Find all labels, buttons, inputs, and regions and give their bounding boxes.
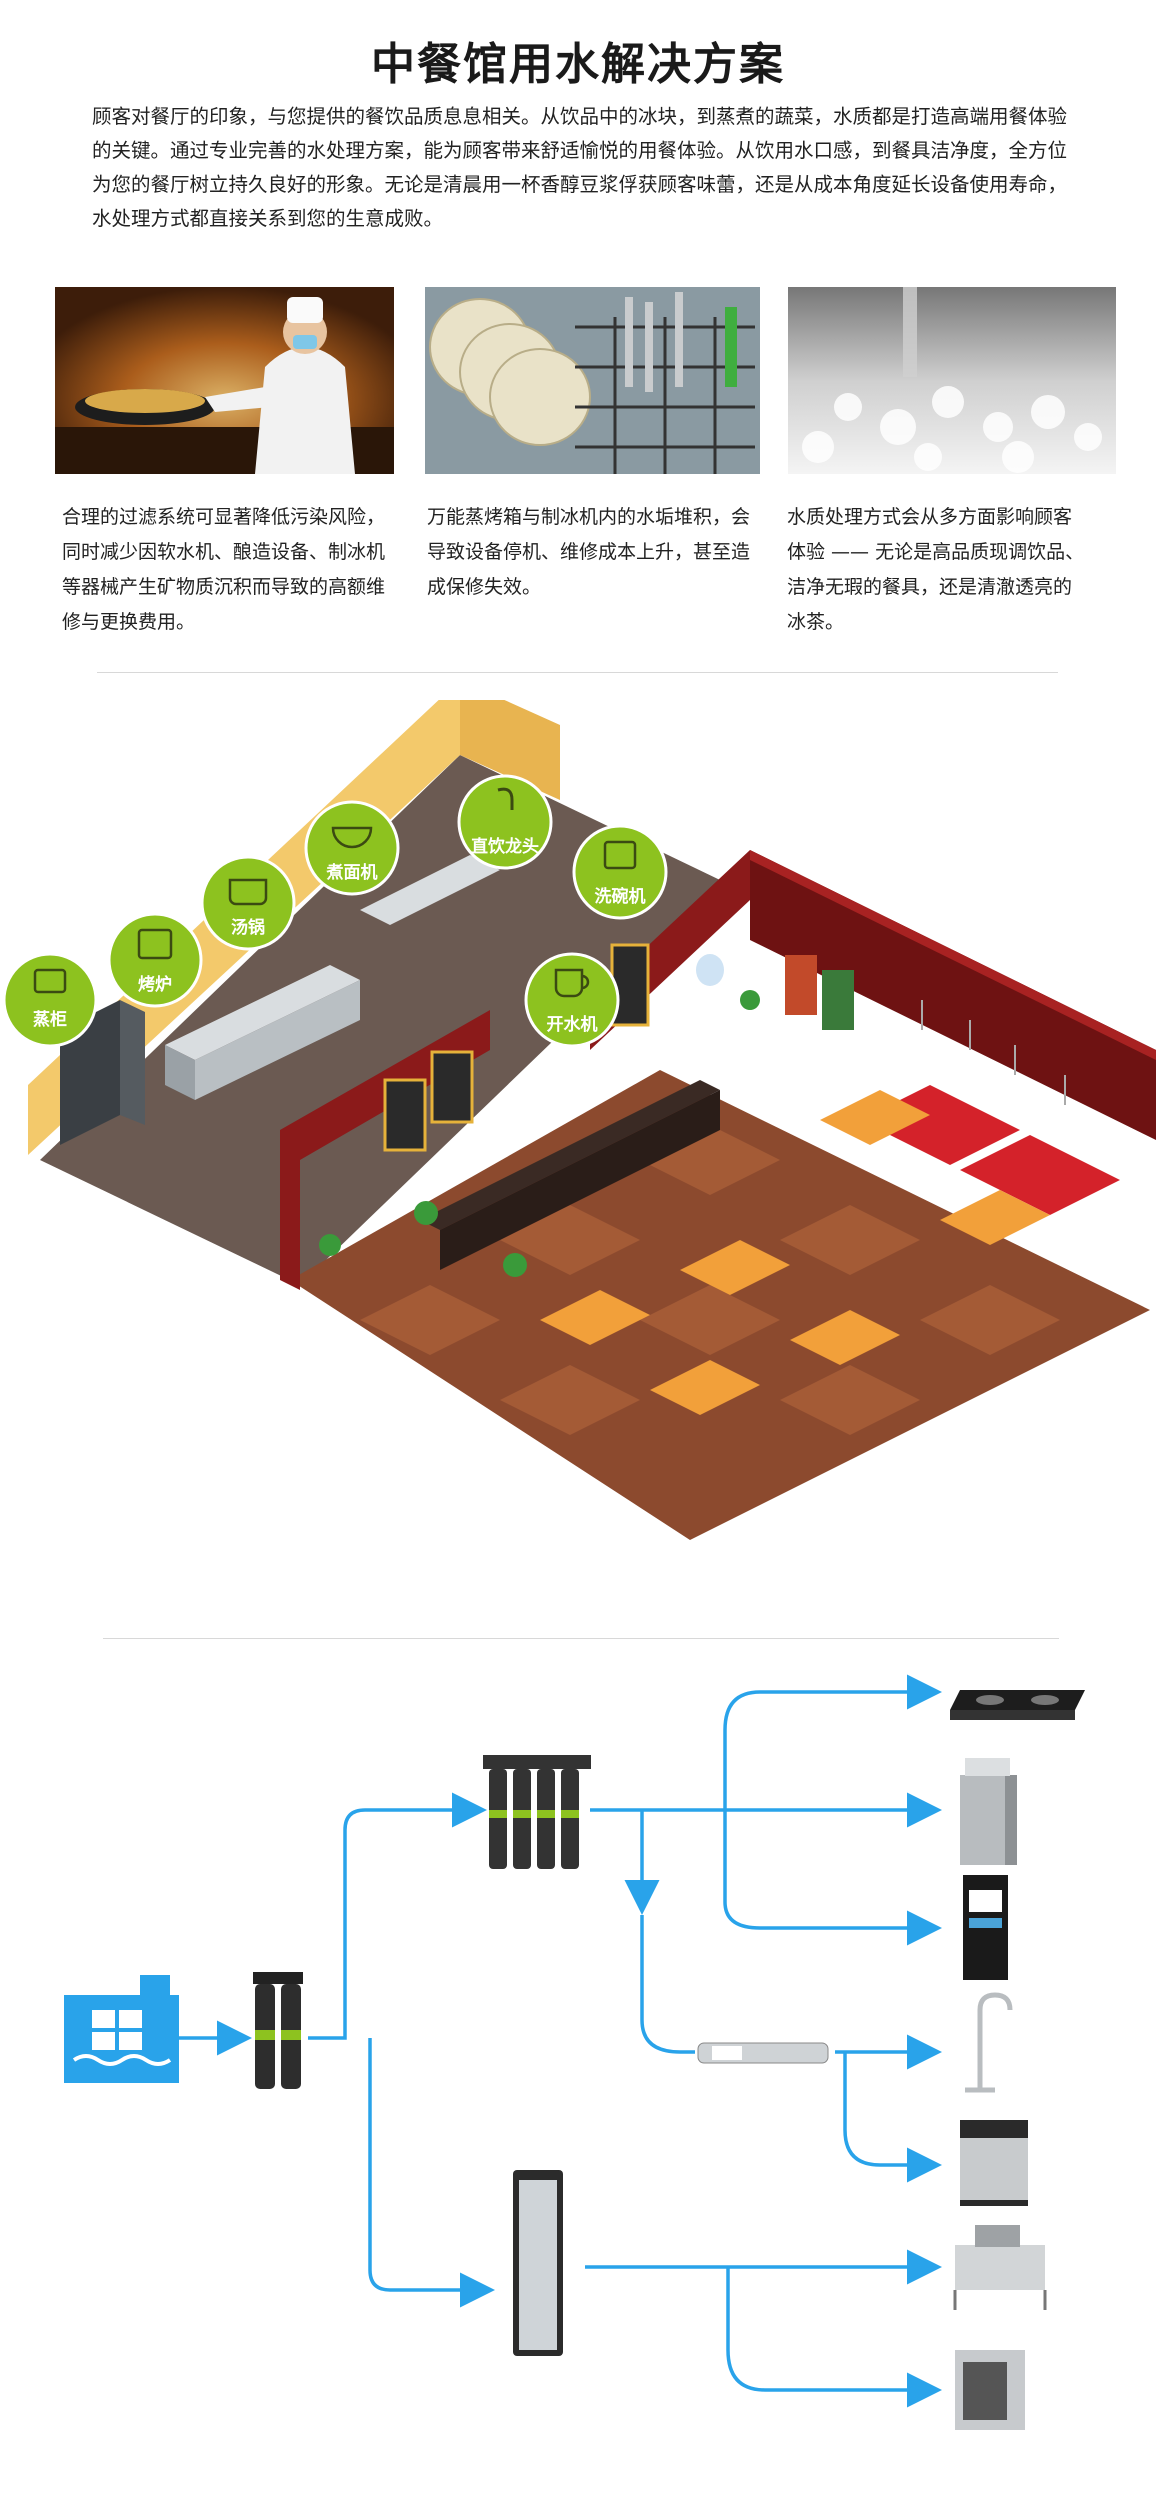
badge-label-water-boiler: 开水机	[547, 1014, 598, 1035]
badge-noodle-cooker: 煮面机	[304, 800, 400, 896]
chef-cooking-photo	[55, 287, 394, 474]
page-title: 中餐馆用水解决方案	[371, 39, 785, 90]
badge-label-faucet: 直饮龙头	[471, 836, 539, 857]
ice-maker-icon	[960, 2120, 1028, 2206]
badge-label-steamer: 蒸柜	[33, 1009, 67, 1030]
badge-steamer: 蒸柜	[2, 952, 98, 1048]
combi-steamer-oven-icon	[955, 2350, 1025, 2430]
card-caption-1: 合理的过滤系统可显著降低污染风险，同时减少因软水机、酿造设备、制冰机等器械产生矿…	[62, 506, 386, 633]
card-caption-2: 万能蒸烤箱与制冰机内的水垢堆积，会导致设备停机、维修成本上升，甚至造成保修失效。	[427, 506, 751, 598]
twin-filter-unit-icon	[253, 1972, 303, 2089]
commercial-dishwasher-icon	[953, 2225, 1047, 2310]
quad-filter-unit-icon	[483, 1755, 591, 1869]
badge-dishwasher: 洗碗机	[572, 824, 668, 920]
gas-stove-icon	[950, 1690, 1085, 1720]
badge-faucet: 直饮龙头	[457, 774, 553, 870]
badge-label-pot: 汤锅	[231, 917, 265, 938]
section-divider	[97, 672, 1058, 673]
badge-oven: 烤炉	[107, 912, 203, 1008]
card-caption-3: 水质处理方式会从多方面影响顾客体验 —— 无论是高品质现调饮品、洁净无瑕的餐具，…	[787, 506, 1085, 633]
drinking-faucet-icon	[965, 1992, 1013, 2093]
scale-inhibitor-icon	[697, 2042, 829, 2064]
dishwasher-rack-photo	[425, 287, 760, 474]
water-flow-diagram	[64, 1674, 1085, 2430]
badge-label-noodle-cooker: 煮面机	[326, 862, 378, 883]
ice-photo	[788, 287, 1116, 474]
restaurant-scene-illustration: 蒸柜 烤炉 汤锅 煮面机 直饮龙头 洗碗机 开水机	[2, 700, 1156, 1540]
water-source-icon	[64, 1975, 179, 2083]
water-dispenser-icon	[963, 1875, 1008, 1980]
water-softener-tower-icon	[513, 2170, 563, 2356]
badge-label-dishwasher: 洗碗机	[595, 886, 646, 907]
section-divider-2	[103, 1638, 1059, 1639]
noodle-cooker-icon	[960, 1758, 1017, 1865]
badge-label-oven: 烤炉	[138, 974, 172, 995]
intro-paragraph: 顾客对餐厅的印象，与您提供的餐饮品质息息相关。从饮品中的冰块，到蒸煮的蔬菜，水质…	[92, 105, 1068, 230]
badge-pot: 汤锅	[200, 855, 296, 951]
badge-water-boiler: 开水机	[524, 952, 620, 1048]
